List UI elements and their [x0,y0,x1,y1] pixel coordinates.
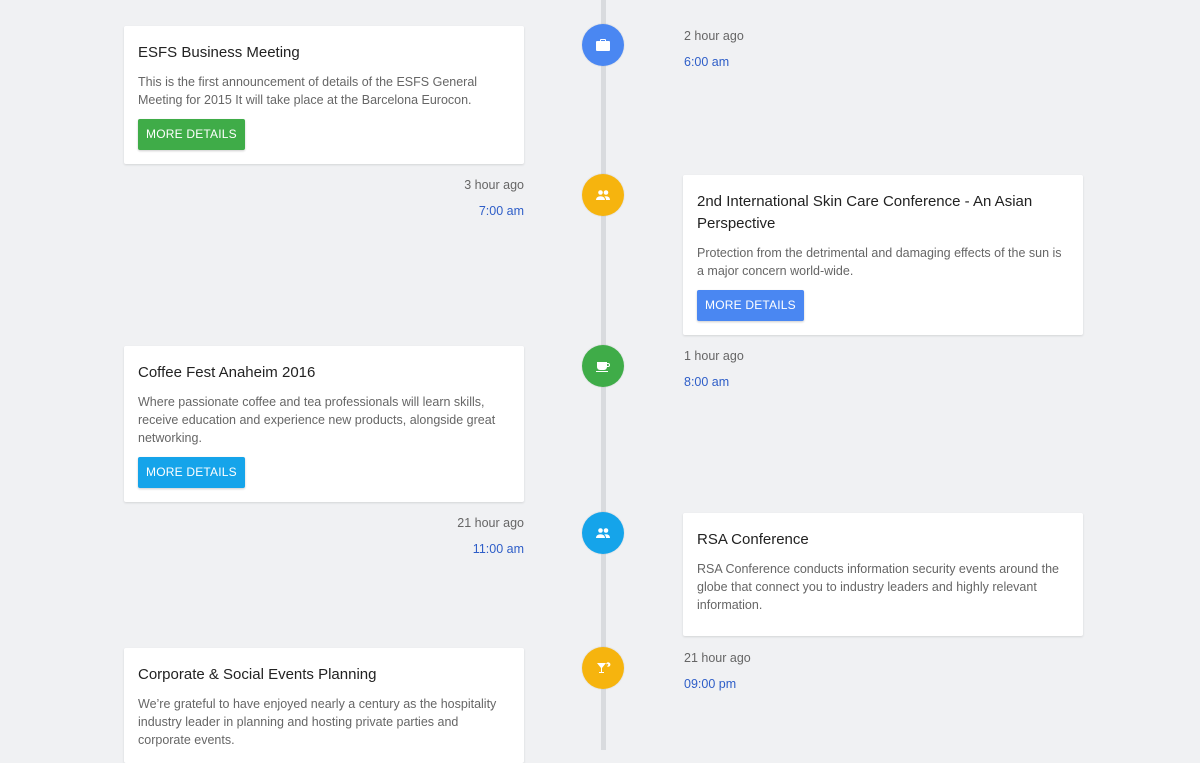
cocktail-icon [582,647,624,689]
event-title: Corporate & Social Events Planning [138,666,377,683]
event-card-rsa: RSA Conference RSA Conference conducts i… [683,513,1083,636]
event-time: 09:00 pm [684,677,737,691]
event-time: 11:00 am [472,542,524,556]
event-title: 2nd International Skin Care Conference -… [697,193,1033,232]
more-details-button[interactable]: MORE DETAILS [697,290,804,321]
more-details-button[interactable]: MORE DETAILS [138,119,245,150]
event-card-esfs: ESFS Business Meeting This is the first … [124,26,524,164]
event-card-coffee-fest: Coffee Fest Anaheim 2016 Where passionat… [124,346,524,502]
event-card-skin-care: 2nd International Skin Care Conference -… [683,175,1083,335]
event-title: Coffee Fest Anaheim 2016 [138,364,316,381]
event-time: 7:00 am [478,204,524,218]
event-meta: 21 hour ago 09:00 pm [684,651,984,691]
time-ago: 3 hour ago [464,178,524,192]
people-icon [582,174,624,216]
event-description: Protection from the detrimental and dama… [697,246,1062,278]
event-title: RSA Conference [697,531,809,548]
people-icon [582,512,624,554]
event-title: ESFS Business Meeting [138,44,300,61]
event-description: This is the first announcement of detail… [138,75,478,107]
time-ago: 21 hour ago [457,516,524,530]
event-meta: 2 hour ago 6:00 am [684,29,984,69]
event-meta: 1 hour ago 8:00 am [684,349,984,389]
event-meta: 21 hour ago 11:00 am [224,516,524,556]
event-description: RSA Conference conducts information secu… [697,562,1060,612]
coffee-cup-icon [582,345,624,387]
time-ago: 21 hour ago [684,651,751,665]
event-meta: 3 hour ago 7:00 am [224,178,524,218]
event-time: 6:00 am [684,55,730,69]
time-ago: 2 hour ago [684,29,744,43]
briefcase-icon [582,24,624,66]
time-ago: 1 hour ago [684,349,744,363]
event-time: 8:00 am [684,375,730,389]
event-description: We’re grateful to have enjoyed nearly a … [138,697,497,747]
event-card-corporate-events: Corporate & Social Events Planning We’re… [124,648,524,763]
event-description: Where passionate coffee and tea professi… [138,395,496,445]
more-details-button[interactable]: MORE DETAILS [138,457,245,488]
